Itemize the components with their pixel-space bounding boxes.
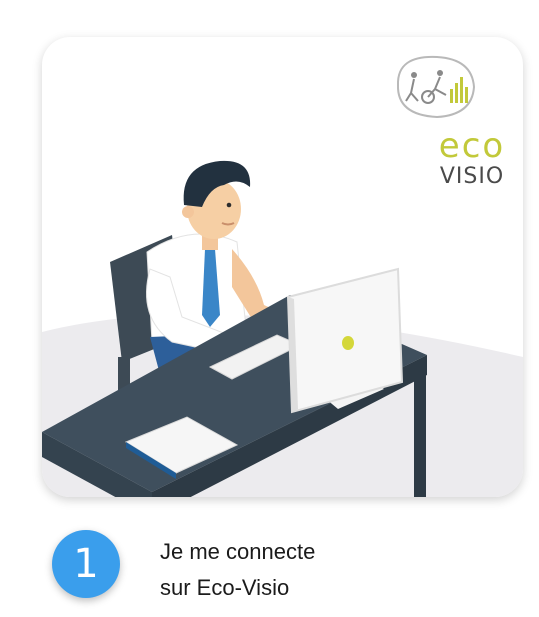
step-description: Je me connecte sur Eco-Visio	[160, 534, 315, 606]
logo-eco-text: eco	[438, 126, 506, 166]
step-line-2: sur Eco-Visio	[160, 575, 290, 600]
step-number-badge: 1	[52, 530, 120, 598]
step-item: 1 Je me connecte sur Eco-Visio	[52, 530, 492, 600]
cyclist-pedestrian-bars-icon	[396, 55, 476, 119]
office-worker-illustration	[42, 55, 523, 497]
logo-visio-text: VISIO	[439, 164, 505, 189]
step-line-1: Je me connecte	[160, 539, 316, 564]
illustration-card: eco VISIO	[42, 37, 523, 497]
